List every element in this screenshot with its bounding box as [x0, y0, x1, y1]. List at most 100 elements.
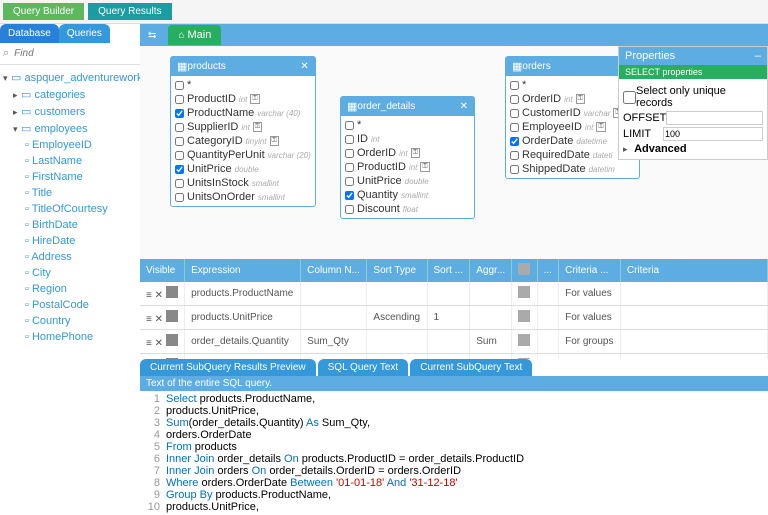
- grid-header[interactable]: Sort Type: [367, 259, 427, 282]
- tree-column[interactable]: ▫ BirthDate: [3, 217, 137, 233]
- grid-header[interactable]: Sort ...: [427, 259, 470, 282]
- field-row[interactable]: ProductIDint⚿: [171, 92, 315, 106]
- field-row[interactable]: UnitPricedouble: [341, 174, 474, 188]
- field-row[interactable]: *: [171, 78, 315, 92]
- grid-row[interactable]: ≡ ✕ order_details.QuantitySum_QtySumFor …: [140, 330, 768, 354]
- field-checkbox[interactable]: [345, 163, 354, 172]
- cell-sorttype[interactable]: [367, 330, 427, 354]
- entity-products[interactable]: ▦ products✕*ProductIDint⚿ProductNamevarc…: [170, 56, 316, 207]
- grid-header[interactable]: Column N...: [301, 259, 367, 282]
- tree-node[interactable]: ▸▭ customers: [3, 103, 137, 120]
- field-row[interactable]: UnitPricedouble: [171, 162, 315, 176]
- grid-header[interactable]: Visible: [140, 259, 185, 282]
- cell-criteria[interactable]: [620, 282, 767, 306]
- tree-column[interactable]: ▫ City: [3, 265, 137, 281]
- grid-header[interactable]: Criteria: [620, 259, 767, 282]
- cell-criteriatype[interactable]: For values: [559, 282, 621, 306]
- field-checkbox[interactable]: [345, 177, 354, 186]
- field-row[interactable]: ShippedDatedatetim: [506, 162, 639, 176]
- tree-root[interactable]: ▾▭ aspquer_adventureworks: [3, 69, 137, 86]
- field-checkbox[interactable]: [175, 123, 184, 132]
- cell-column[interactable]: [301, 282, 367, 306]
- main-tab[interactable]: ⌂ Main: [168, 25, 221, 45]
- field-checkbox[interactable]: [345, 121, 354, 130]
- tree-node[interactable]: ▾▭ employees: [3, 120, 137, 137]
- cell-expression[interactable]: products.ProductName: [185, 282, 301, 306]
- field-row[interactable]: *: [341, 118, 474, 132]
- field-checkbox[interactable]: [175, 109, 184, 118]
- row-handle[interactable]: ≡ ✕: [140, 330, 185, 354]
- tab-preview[interactable]: Current SubQuery Results Preview: [140, 359, 316, 376]
- cell-sorttype[interactable]: [367, 282, 427, 306]
- tree-column[interactable]: ▫ LastName: [3, 153, 137, 169]
- query-results-button[interactable]: Query Results: [88, 3, 171, 20]
- grid-header[interactable]: ...: [537, 259, 558, 282]
- field-checkbox[interactable]: [510, 165, 519, 174]
- field-row[interactable]: OrderIDint⚿: [341, 146, 474, 160]
- tab-queries[interactable]: Queries: [59, 24, 110, 43]
- tree-column[interactable]: ▫ Region: [3, 281, 137, 297]
- field-checkbox[interactable]: [175, 151, 184, 160]
- cell-criteria[interactable]: [620, 306, 767, 330]
- collapse-icon[interactable]: –: [755, 50, 761, 62]
- field-row[interactable]: IDint: [341, 132, 474, 146]
- row-handle[interactable]: ≡ ✕: [140, 282, 185, 306]
- cell-criteriatype[interactable]: For values: [559, 306, 621, 330]
- cell-expression[interactable]: order_details.Quantity: [185, 330, 301, 354]
- cell-dots[interactable]: [537, 282, 558, 306]
- cell-aggregate[interactable]: Sum: [470, 330, 512, 354]
- query-builder-button[interactable]: Query Builder: [3, 3, 84, 20]
- cell-criteria[interactable]: [620, 330, 767, 354]
- grid-header[interactable]: Aggr...: [470, 259, 512, 282]
- cell-group[interactable]: [512, 330, 537, 354]
- cell-sortpos[interactable]: [427, 330, 470, 354]
- field-checkbox[interactable]: [345, 205, 354, 214]
- field-checkbox[interactable]: [175, 193, 184, 202]
- field-checkbox[interactable]: [510, 81, 519, 90]
- search-input[interactable]: [12, 46, 150, 61]
- cell-aggregate[interactable]: [470, 282, 512, 306]
- cell-criteriatype[interactable]: For groups: [559, 330, 621, 354]
- tab-sql[interactable]: SQL Query Text: [318, 359, 409, 376]
- limit-input[interactable]: [663, 127, 763, 141]
- entity-order-details[interactable]: ▦ order_details✕*IDintOrderIDint⚿Product…: [340, 96, 475, 219]
- cell-dots[interactable]: [537, 306, 558, 330]
- field-checkbox[interactable]: [345, 191, 354, 200]
- field-row[interactable]: SupplierIDint⚿: [171, 120, 315, 134]
- cell-group[interactable]: [512, 282, 537, 306]
- tab-subquery[interactable]: Current SubQuery Text: [410, 359, 532, 376]
- tree-column[interactable]: ▫ PostalCode: [3, 297, 137, 313]
- cell-aggregate[interactable]: [470, 306, 512, 330]
- grid-header[interactable]: [512, 259, 537, 282]
- cell-dots[interactable]: [537, 330, 558, 354]
- field-checkbox[interactable]: [510, 137, 519, 146]
- database-tree[interactable]: ▾▭ aspquer_adventureworks ▸▭ categories …: [0, 65, 140, 515]
- field-row[interactable]: ProductIDint⚿: [341, 160, 474, 174]
- close-icon[interactable]: ✕: [300, 61, 308, 72]
- field-checkbox[interactable]: [345, 135, 354, 144]
- tree-structure-icon[interactable]: ⇆: [140, 26, 164, 45]
- advanced-toggle[interactable]: Advanced: [634, 143, 687, 155]
- field-row[interactable]: UnitsOnOrdersmallint: [171, 190, 315, 204]
- grid-header[interactable]: Expression: [185, 259, 301, 282]
- tree-column[interactable]: ▫ EmployeeID: [3, 137, 137, 153]
- tree-node[interactable]: ▸▭ categories: [3, 86, 137, 103]
- offset-input[interactable]: [666, 111, 763, 125]
- field-row[interactable]: QuantityPerUnitvarchar (20): [171, 148, 315, 162]
- tree-column[interactable]: ▫ Address: [3, 249, 137, 265]
- cell-group[interactable]: [512, 306, 537, 330]
- field-row[interactable]: Discountfloat: [341, 202, 474, 216]
- unique-records-checkbox[interactable]: [623, 91, 636, 104]
- tree-column[interactable]: ▫ HireDate: [3, 233, 137, 249]
- tree-column[interactable]: ▫ Title: [3, 185, 137, 201]
- row-handle[interactable]: ≡ ✕: [140, 306, 185, 330]
- field-checkbox[interactable]: [175, 95, 184, 104]
- field-checkbox[interactable]: [175, 81, 184, 90]
- cell-sortpos[interactable]: [427, 282, 470, 306]
- field-row[interactable]: Quantitysmallint: [341, 188, 474, 202]
- cell-expression[interactable]: products.UnitPrice: [185, 306, 301, 330]
- grid-row[interactable]: ≡ ✕ products.UnitPriceAscending1For valu…: [140, 306, 768, 330]
- field-row[interactable]: ProductNamevarchar (40): [171, 106, 315, 120]
- tree-column[interactable]: ▫ HomePhone: [3, 329, 137, 345]
- close-icon[interactable]: ✕: [460, 101, 468, 112]
